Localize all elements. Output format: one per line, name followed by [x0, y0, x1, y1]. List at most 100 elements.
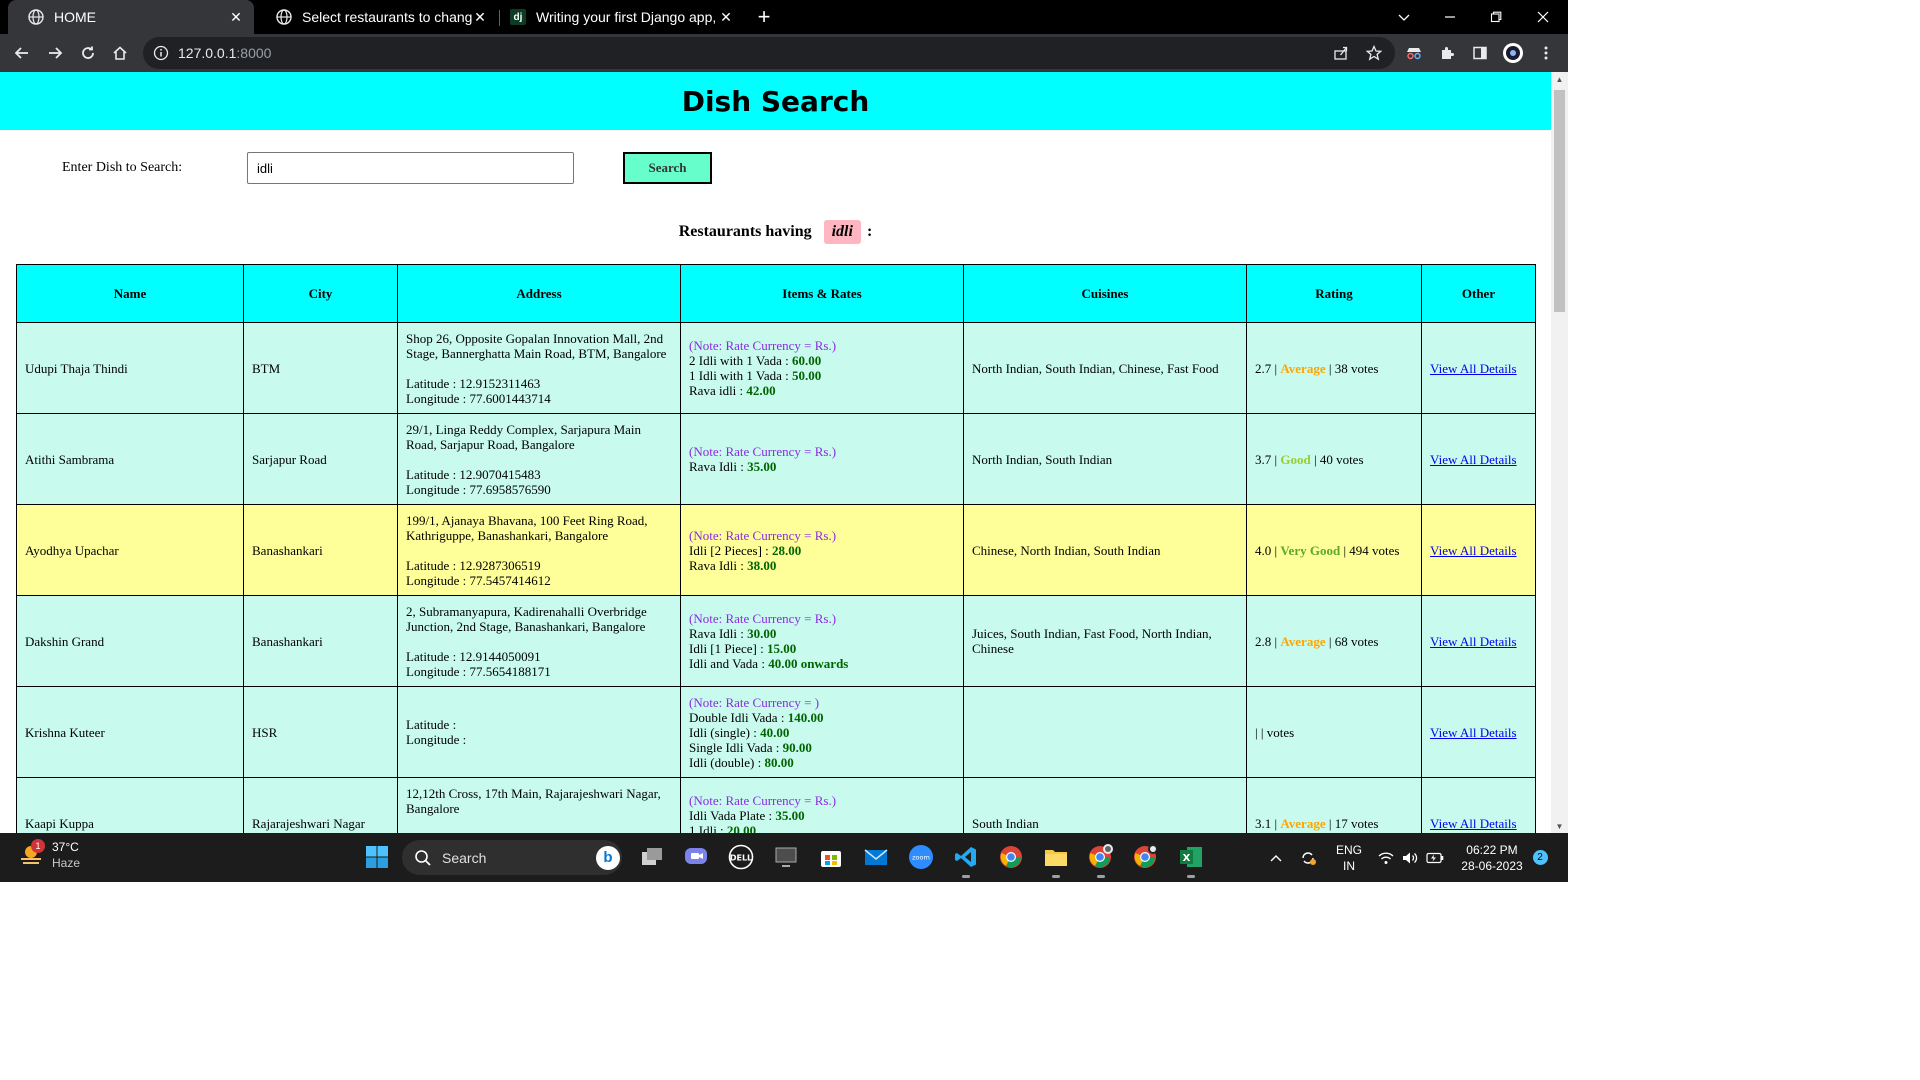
scroll-down-arrow-icon[interactable]: ▼ [1551, 819, 1568, 833]
item-name: 1 Idli : [689, 823, 727, 833]
home-icon[interactable] [106, 39, 134, 67]
chrome-profile-icon[interactable] [1086, 842, 1116, 878]
item-rate: 90.00 [782, 739, 812, 755]
chrome-active-window-icon[interactable] [1131, 842, 1161, 872]
incognito-extension-icon[interactable] [1400, 39, 1428, 67]
scrollbar-thumb[interactable] [1554, 90, 1565, 312]
tab-django-tutorial[interactable]: dj Writing your first Django app, pa ✕ [500, 0, 744, 34]
column-header: Address [397, 264, 681, 323]
view-all-details-link[interactable]: View All Details [1430, 725, 1517, 740]
mail-icon[interactable] [861, 842, 891, 872]
zoom-icon[interactable]: zoom [906, 842, 936, 872]
site-info-icon[interactable] [153, 45, 169, 61]
item-rate: 15.00 [766, 641, 797, 656]
close-window-icon[interactable] [1520, 0, 1566, 34]
profile-avatar-icon[interactable] [1499, 39, 1527, 67]
currency-note: (Note: Rate Currency = Rs.) [689, 611, 837, 626]
view-all-details-link[interactable]: View All Details [1430, 452, 1517, 467]
language-indicator[interactable]: ENG IN [1330, 833, 1368, 882]
new-tab-icon[interactable]: + [752, 4, 776, 29]
teams-chat-icon[interactable] [681, 842, 711, 872]
restaurant-city: Rajarajeshwari Nagar [243, 777, 398, 833]
currency-note: (Note: Rate Currency = Rs.) [689, 338, 837, 353]
view-all-details-link[interactable]: View All Details [1430, 361, 1517, 376]
tab-select-restaurants[interactable]: Select restaurants to change | Dja ✕ [256, 0, 498, 34]
item-name: 1 Idli with 1 Vada : [689, 368, 793, 383]
url-host: 127.0.0.1 [178, 45, 237, 61]
extensions-puzzle-icon[interactable] [1433, 39, 1461, 67]
rating-text: Good [1280, 451, 1311, 467]
restore-icon[interactable] [1473, 0, 1519, 34]
items-and-rates: (Note: Rate Currency = Rs.) Idli Vada Pla… [680, 777, 964, 833]
file-explorer-icon[interactable] [1041, 842, 1071, 878]
restaurant-rating: 3.1 | Average | 17 votes [1246, 777, 1422, 833]
column-header: Cuisines [963, 264, 1247, 323]
language-code: ENG [1335, 842, 1362, 857]
close-tab-icon[interactable]: ✕ [472, 9, 488, 25]
back-icon[interactable] [8, 39, 36, 67]
results-heading-prefix: Restaurants having [678, 223, 812, 240]
rating-value: 2.7 [1255, 360, 1272, 376]
other-cell: View All Details [1421, 686, 1536, 778]
weather-widget[interactable]: 1 37°C Haze [18, 839, 80, 871]
vscode-icon[interactable] [951, 842, 981, 878]
item-rate: 35.00 [747, 459, 777, 474]
notification-center[interactable]: 2 [1531, 833, 1549, 882]
windows-start-icon[interactable] [362, 842, 392, 872]
restaurant-address: 12,12th Cross, 17th Main, Rajarajeshwari… [397, 777, 681, 833]
share-icon[interactable] [1327, 39, 1355, 67]
scroll-up-arrow-icon[interactable]: ▲ [1551, 72, 1568, 86]
item-rate: 30.00 [747, 626, 777, 641]
item-rate-line: Rava Idli : 38.00 [689, 558, 955, 573]
microsoft-store-icon[interactable] [816, 842, 846, 872]
bookmark-star-icon[interactable] [1360, 39, 1388, 67]
view-all-details-link[interactable]: View All Details [1430, 634, 1517, 649]
system-clock[interactable]: 06:22 PM 28-06-2023 [1454, 833, 1530, 882]
bing-icon[interactable]: b [596, 845, 620, 870]
show-hidden-icons-chevron-icon[interactable] [1265, 833, 1287, 882]
results-table: Name City Address Items & Rates Cuisines… [16, 264, 1536, 833]
forward-icon[interactable] [41, 39, 69, 67]
page-scrollbar[interactable]: ▲ ▼ [1551, 72, 1568, 833]
browser-menu-icon[interactable] [1532, 39, 1560, 67]
close-tab-icon[interactable]: ✕ [718, 9, 734, 25]
longitude: Longitude : 77.6958576590 [406, 481, 551, 497]
close-tab-icon[interactable]: ✕ [228, 9, 244, 25]
view-all-details-link[interactable]: View All Details [1430, 816, 1517, 831]
restaurant-rating: 3.7 | Good | 40 votes [1246, 413, 1422, 505]
battery-charging-icon[interactable] [1424, 833, 1446, 882]
item-rate: 42.00 [746, 383, 776, 398]
restaurant-name: Ayodhya Upachar [16, 504, 244, 596]
view-all-details-link[interactable]: View All Details [1430, 543, 1517, 558]
url-text: 127.0.0.1:8000 [178, 45, 271, 61]
tab-search-icon[interactable] [1381, 0, 1427, 34]
volume-icon[interactable] [1400, 833, 1420, 882]
restaurant-name: Atithi Sambrama [16, 413, 244, 505]
table-row: Ayodhya Upachar Banashankari 199/1, Ajanay… [16, 504, 1536, 596]
reload-icon[interactable] [74, 39, 102, 67]
taskbar-search-box[interactable]: Search b [402, 840, 622, 875]
search-button[interactable]: Search [623, 152, 712, 184]
chrome-icon[interactable] [996, 842, 1026, 872]
side-panel-icon[interactable] [1466, 39, 1494, 67]
minimize-icon[interactable] [1427, 0, 1473, 34]
other-cell: View All Details [1421, 595, 1536, 687]
task-view-icon[interactable] [637, 842, 667, 872]
dell-icon[interactable]: DELL [726, 842, 756, 872]
remote-desktop-icon[interactable] [771, 842, 801, 872]
excel-icon[interactable]: X [1176, 842, 1206, 878]
wifi-icon[interactable] [1376, 833, 1396, 882]
item-name: Idli [2 Pieces] : [689, 542, 773, 558]
restaurant-rating: 2.8 | Average | 68 votes [1246, 595, 1422, 687]
longitude: Longitude : 77.6001443714 [406, 390, 551, 406]
currency-note: (Note: Rate Currency = ) [689, 694, 820, 710]
column-header: Name [16, 264, 244, 323]
address-bar[interactable]: 127.0.0.1:8000 [143, 37, 1395, 69]
results-heading: Restaurants having idli : [0, 220, 1551, 244]
sync-icon[interactable] [1296, 833, 1320, 882]
browser-tab-strip: HOME ✕ Select restaurants to change | Dj… [0, 0, 1568, 34]
dish-search-input[interactable] [247, 152, 574, 184]
tab-home[interactable]: HOME ✕ [8, 0, 254, 34]
table-row: Dakshin Grand Banashankari 2, Subramanyapu… [16, 595, 1536, 687]
restaurant-rating: 4.0 | Very Good | 494 votes [1246, 504, 1422, 596]
